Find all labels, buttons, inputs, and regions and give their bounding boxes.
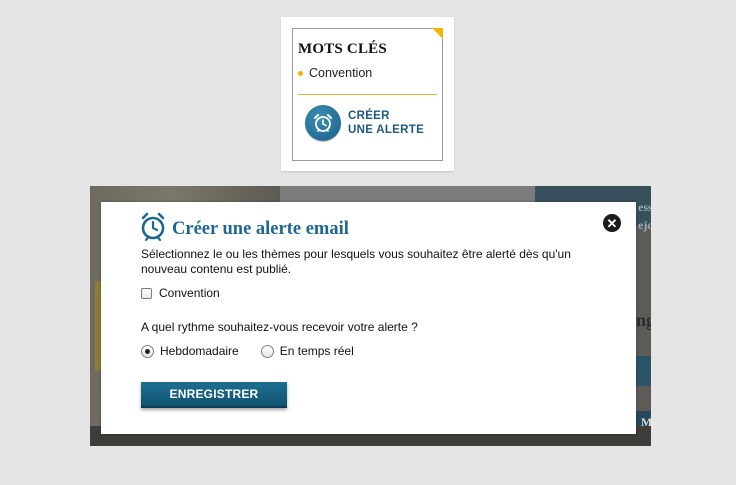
close-icon[interactable]: ✕ bbox=[603, 214, 621, 232]
create-alert-line1: CRÉER bbox=[348, 110, 390, 122]
frequency-options: Hebdomadaire En temps réel bbox=[141, 344, 376, 358]
create-alert-label: CRÉER UNE ALERTE bbox=[348, 109, 424, 137]
radio-selected-dot bbox=[145, 348, 150, 354]
keywords-title: MOTS CLÉS bbox=[298, 41, 387, 57]
alarm-clock-icon bbox=[305, 105, 341, 141]
keywords-card-inner: MOTS CLÉS Convention CRÉER UNE ALERTE bbox=[292, 28, 443, 161]
frequency-label-weekly: Hebdomadaire bbox=[160, 344, 239, 358]
create-alert-button[interactable]: CRÉER UNE ALERTE bbox=[305, 103, 433, 143]
theme-option-convention[interactable]: Convention bbox=[141, 286, 220, 300]
dialog-description: Sélectionnez le ou les thèmes pour lesqu… bbox=[141, 247, 571, 276]
card-divider bbox=[298, 94, 437, 95]
frequency-radio-weekly[interactable] bbox=[141, 344, 154, 358]
frequency-label-realtime: En temps réel bbox=[279, 344, 354, 358]
bullet-icon bbox=[298, 70, 303, 76]
background-text: ng bbox=[636, 310, 651, 330]
folded-corner bbox=[432, 28, 443, 39]
frequency-question: A quel rythme souhaitez-vous recevoir vo… bbox=[141, 320, 418, 334]
keyword-item[interactable]: Convention bbox=[298, 66, 372, 80]
theme-checkbox[interactable] bbox=[141, 287, 152, 299]
keywords-card: MOTS CLÉS Convention CRÉER UNE ALERTE bbox=[281, 17, 454, 171]
dialog-title: Créer une alerte email bbox=[172, 219, 349, 239]
alarm-clock-icon bbox=[140, 212, 166, 247]
keyword-label: Convention bbox=[309, 66, 373, 80]
frequency-radio-realtime[interactable] bbox=[260, 344, 274, 358]
background-text: ess bbox=[638, 200, 651, 214]
dialog-header: Créer une alerte email bbox=[140, 212, 349, 247]
theme-label: Convention bbox=[159, 286, 220, 300]
background-text: M bbox=[641, 415, 651, 429]
create-alert-dialog: Créer une alerte email ✕ Sélectionnez le… bbox=[101, 202, 636, 434]
save-button[interactable]: ENREGISTRER bbox=[141, 382, 287, 408]
create-alert-line2: UNE ALERTE bbox=[348, 124, 425, 136]
background-text: ejo bbox=[638, 218, 651, 232]
